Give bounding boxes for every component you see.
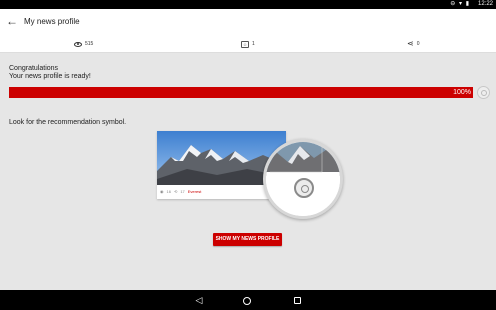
congrats-message: Your news profile is ready! xyxy=(9,73,91,80)
card-eye-icon: ◉ xyxy=(160,189,164,194)
smiley-stat[interactable]: ☺ 1 xyxy=(241,39,255,49)
nav-recents-icon[interactable] xyxy=(291,294,303,306)
views-count: 515 xyxy=(85,41,94,47)
hint-text: Look for the recommendation symbol. xyxy=(9,119,127,126)
status-time: 12:22 xyxy=(477,1,493,7)
card-views: 16 xyxy=(166,189,171,194)
progress-label: 100% xyxy=(453,89,471,96)
app-bar: ← My news profile xyxy=(0,9,496,35)
page-title: My news profile xyxy=(24,17,80,26)
show-news-profile-button[interactable]: SHOW MY NEWS PROFILE xyxy=(213,233,282,246)
magnifier-zoom xyxy=(263,139,343,219)
battery-icon: ▮ xyxy=(465,1,470,7)
do-not-disturb-icon: ⊖ xyxy=(450,1,457,7)
share-stat[interactable]: ⋖ 0 xyxy=(407,39,419,49)
share-count: 0 xyxy=(416,41,420,47)
share-icon: ⋖ xyxy=(407,39,414,48)
wifi-icon: ▾ xyxy=(459,1,464,7)
views-stat[interactable]: 515 xyxy=(74,39,93,49)
smiley-icon: ☺ xyxy=(241,40,249,48)
nav-home-icon[interactable] xyxy=(241,294,253,306)
card-meta: ◉ 16 ⟲ 17 Everest xyxy=(160,189,201,195)
card-comments: 17 xyxy=(180,189,185,194)
nav-bar: ◁ xyxy=(0,290,496,310)
status-bar: ⊖ ▾ ▮ 12:22 xyxy=(0,0,496,9)
progress-fill xyxy=(9,87,473,98)
stats-bar: 515 ☺ 1 ⋖ 0 xyxy=(0,35,496,53)
nav-back-icon[interactable]: ◁ xyxy=(193,294,205,306)
profile-progress-bar: 100% xyxy=(9,87,473,98)
card-tag: Everest xyxy=(187,189,202,194)
recommendation-symbol-icon xyxy=(294,178,314,198)
status-icons: ⊖ ▾ ▮ xyxy=(450,1,470,8)
recommendation-icon xyxy=(477,86,490,99)
arrow-back-icon[interactable]: ← xyxy=(5,13,19,29)
smiley-count: 1 xyxy=(252,41,255,47)
eye-icon xyxy=(74,41,82,47)
card-comment-icon: ⟲ xyxy=(173,189,178,194)
